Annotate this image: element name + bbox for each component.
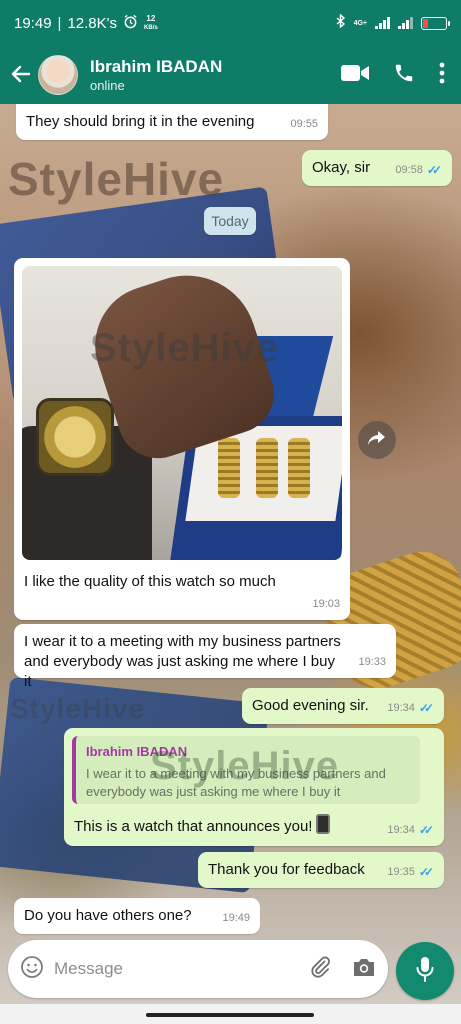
camera-icon[interactable]	[352, 956, 376, 983]
contact-name: Ibrahim IBADAN	[90, 57, 223, 76]
emoji-icon[interactable]	[20, 955, 44, 984]
phone-icon[interactable]	[393, 62, 415, 89]
message-bubble-incoming[interactable]: They should bring it in the evening 09:5…	[16, 104, 328, 140]
avatar[interactable]	[38, 55, 78, 95]
signal-icon	[398, 17, 413, 29]
message-time: 19:49	[222, 912, 250, 924]
watermark: StyleHive	[150, 744, 340, 788]
contact-status: online	[90, 78, 125, 93]
signal-icon	[375, 17, 390, 29]
status-bar: 19:49 | 12.8K's 12 KB/s 4G+	[0, 0, 461, 46]
contact-info[interactable]: Ibrahim IBADAN online	[90, 57, 222, 93]
mic-button[interactable]	[396, 942, 454, 1000]
more-vert-icon[interactable]	[439, 62, 445, 89]
chat-header: Ibrahim IBADAN online	[0, 46, 461, 104]
battery-icon	[421, 16, 450, 30]
home-indicator[interactable]	[146, 1013, 314, 1017]
message-bubble-outgoing[interactable]: Okay, sir 09:58 ✓✓	[302, 150, 452, 186]
message-text: I like the quality of this watch so much	[24, 573, 276, 590]
date-divider: Today	[204, 207, 256, 235]
read-ticks-icon: ✓✓	[426, 163, 442, 177]
message-bubble-outgoing[interactable]: Thank you for feedback 19:35 ✓✓	[198, 852, 444, 888]
forward-button[interactable]	[358, 421, 396, 459]
message-time: 09:58	[395, 164, 423, 176]
message-bubble-incoming-image[interactable]: StyleHive I like the quality of this wat…	[14, 258, 350, 620]
message-bubble-outgoing[interactable]: Good evening sir. 19:34 ✓✓	[242, 688, 444, 724]
message-text: Good evening sir.	[252, 697, 369, 714]
message-time: 19:35	[387, 866, 415, 878]
message-bubble-incoming[interactable]: I wear it to a meeting with my business …	[14, 624, 396, 690]
message-composer	[8, 940, 388, 998]
status-time: 19:49	[14, 14, 52, 32]
message-input[interactable]	[54, 959, 284, 979]
watermark: StyleHive	[8, 153, 225, 205]
message-bubble-incoming[interactable]: Do you have others one? 19:49	[14, 898, 260, 934]
watch-emoji-icon	[316, 814, 331, 834]
read-ticks-icon: ✓✓	[418, 865, 434, 879]
message-time: 19:34	[387, 824, 415, 836]
watermark: StyleHive	[90, 326, 280, 370]
message-text: Thank you for feedback	[208, 861, 365, 878]
read-ticks-icon: ✓✓	[418, 701, 434, 715]
back-arrow-icon[interactable]	[10, 63, 34, 87]
forward-icon	[368, 430, 386, 451]
speed-unit: KB/s	[144, 24, 158, 31]
watch-photo[interactable]: StyleHive	[22, 266, 342, 560]
attach-icon[interactable]	[308, 955, 332, 984]
watermark: StyleHive	[10, 693, 146, 724]
message-text: Okay, sir	[312, 159, 371, 176]
video-call-icon[interactable]	[341, 64, 369, 87]
speed-num: 12	[146, 13, 156, 23]
network-label: 4G+	[353, 19, 367, 27]
bluetooth-icon	[336, 13, 346, 32]
message-time: 19:34	[387, 702, 415, 714]
mic-icon	[415, 956, 435, 987]
status-net-speed: 12.8K's	[67, 14, 118, 32]
read-ticks-icon: ✓✓	[418, 823, 434, 837]
alarm-icon	[123, 14, 138, 33]
message-time: 19:03	[312, 598, 340, 610]
message-time: 09:55	[290, 118, 318, 130]
message-time: 19:33	[358, 656, 386, 668]
speed-indicator: 12 KB/s	[144, 13, 158, 32]
message-text: Do you have others one?	[24, 907, 192, 924]
message-text: They should bring it in the evening	[26, 113, 255, 130]
message-text: This is a watch that announces you!	[74, 818, 313, 835]
